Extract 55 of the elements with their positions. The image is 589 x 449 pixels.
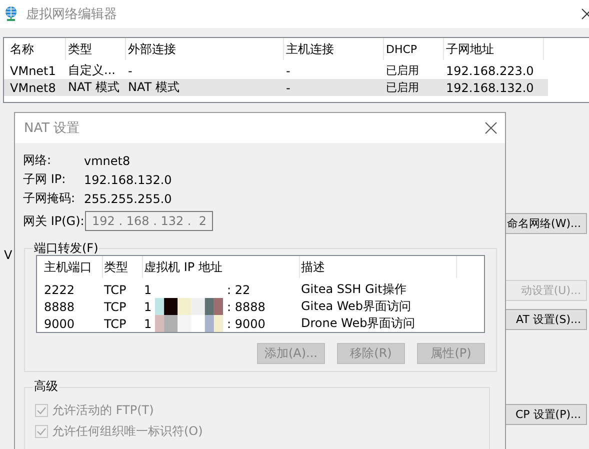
field-value: vmnet8: [84, 154, 130, 168]
column-header[interactable]: DHCP: [384, 38, 444, 60]
window-title: 虚拟网络编辑器: [26, 6, 117, 23]
table-cell: : 8888: [227, 300, 266, 314]
table-cell-text: VMnet1: [9, 64, 57, 78]
table-cell-text: 2222: [43, 282, 76, 296]
field-label: 网关 IP(G):: [23, 212, 85, 230]
table-cell-text: 自定义...: [67, 62, 116, 79]
field-value: 192.168.132.0: [84, 172, 172, 186]
ip-input-field[interactable]: 192 . 168 . 132 . 2: [85, 211, 213, 231]
table-cell-text: -: [127, 64, 134, 78]
column-header[interactable]: 主机端口: [43, 256, 103, 278]
table-cell: : 9000: [227, 316, 266, 330]
column-header[interactable]: 虚拟机 IP 地址: [143, 256, 300, 278]
field-label: 子网掩码:: [23, 190, 76, 207]
group-label: V: [4, 248, 12, 262]
close-icon[interactable]: [581, 8, 589, 20]
field-label: 子网 IP:: [23, 171, 67, 188]
table-cell-text: 已启用: [385, 80, 420, 95]
table-cell-text: 9000: [43, 316, 76, 330]
table-cell-text: -: [285, 64, 292, 78]
dialog-title: NAT 设置: [24, 120, 80, 137]
column-header[interactable]: 描述: [300, 256, 457, 278]
column-header[interactable]: 主机连接: [284, 38, 384, 60]
field-value: 255.255.255.0: [84, 192, 172, 206]
table-cell-text: Gitea Web界面访问: [300, 298, 412, 315]
column-header[interactable]: 子网地址: [444, 38, 544, 60]
table-cell-text: 已启用: [385, 63, 420, 78]
table-cell-text: 1: [144, 282, 153, 296]
network-row[interactable]: VMnet8 NAT 模式 NAT 模式 - 已启用 192.168.132.0: [4, 79, 548, 96]
table-cell-text: 192.168.132.0: [445, 80, 535, 94]
table-cell-text: NAT 模式: [127, 79, 180, 96]
field-label: 网络:: [23, 152, 52, 169]
table-cell-text: TCP: [103, 316, 128, 330]
column-header[interactable]: 名称: [8, 38, 66, 60]
column-header[interactable]: 外部连接: [126, 38, 284, 60]
network-row[interactable]: VMnet1 自定义... - - 已启用 192.168.223.0: [4, 62, 548, 79]
close-icon[interactable]: [485, 122, 497, 134]
column-header[interactable]: 类型: [103, 256, 143, 278]
table-cell-text: TCP: [103, 300, 128, 314]
table-cell-text: 8888: [43, 300, 76, 314]
table-cell-text: NAT 模式: [67, 79, 120, 96]
checkbox-label: 允许活动的 FTP(T): [52, 402, 154, 419]
table-cell-text: Gitea SSH Git操作: [300, 281, 408, 298]
column-header[interactable]: 类型: [66, 38, 126, 60]
table-cell-text: 192.168.223.0: [445, 64, 535, 78]
checkbox-label: 允许任何组织唯一标识符(O): [52, 423, 203, 440]
table-cell-text: 1: [144, 300, 153, 314]
table-cell-text: Drone Web界面访问: [300, 315, 416, 332]
table-cell-text: TCP: [103, 282, 128, 296]
table-cell-text: 1: [144, 316, 153, 330]
table-cell-text: VMnet8: [9, 80, 57, 94]
table-cell: : 22: [227, 282, 250, 296]
globe-icon: [4, 6, 18, 22]
table-cell-text: -: [285, 80, 292, 94]
